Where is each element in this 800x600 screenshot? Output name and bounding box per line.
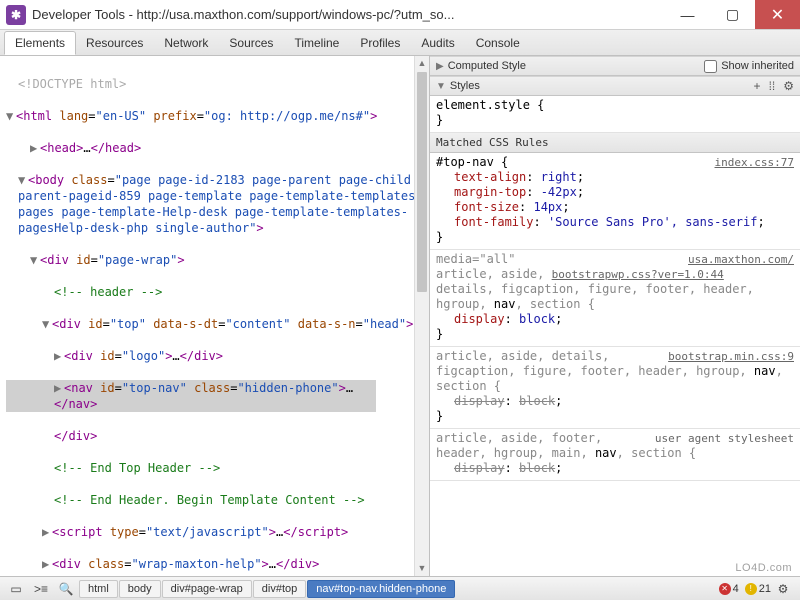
expand-icon[interactable]: ▶ [30,140,40,156]
css-rule[interactable]: bootstrap.min.css:9 article, aside, deta… [430,347,800,429]
titlebar: ✱ Developer Tools - http://usa.maxthon.c… [0,0,800,30]
computed-style-header[interactable]: ▶ Computed Style Show inherited [430,56,800,76]
selected-node[interactable]: ▶<nav id="top-nav" class="hidden-phone">… [6,380,376,412]
expand-icon[interactable]: ▶ [54,348,64,364]
comment-node[interactable]: <!-- End Top Header --> [6,460,427,476]
computed-style-label: Computed Style [448,60,526,72]
minimize-button[interactable]: — [665,0,710,29]
styles-label: Styles [450,80,480,92]
tab-profiles[interactable]: Profiles [350,30,411,55]
dom-tree-panel[interactable]: <!DOCTYPE html> ▼<html lang="en-US" pref… [0,56,430,576]
maximize-button[interactable]: ▢ [710,0,755,29]
scroll-thumb[interactable] [417,72,427,292]
toggle-state-icon[interactable]: ⁞⁞ [769,79,776,93]
doctype-node[interactable]: <!DOCTYPE html> [6,76,427,92]
dock-button[interactable]: ▭ [4,579,28,599]
styles-body[interactable]: element.style { } Matched CSS Rules inde… [430,96,800,576]
tab-elements[interactable]: Elements [4,31,76,55]
expand-icon[interactable]: ▼ [6,108,16,124]
expand-icon[interactable]: ▼ [30,252,40,268]
matched-rules-label: Matched CSS Rules [436,135,549,150]
window-controls: — ▢ ✕ [665,0,800,29]
comment-node[interactable]: <!-- End Header. Begin Template Content … [6,492,427,508]
tab-sources[interactable]: Sources [219,30,284,55]
styles-section-header[interactable]: ▼ Styles + ⁞⁞ ⚙ [430,76,800,96]
breadcrumb-item[interactable]: html [79,580,118,598]
tab-resources[interactable]: Resources [76,30,154,55]
scroll-down-icon[interactable]: ▼ [415,561,429,576]
show-inherited-checkbox[interactable] [704,60,717,73]
error-icon: ✕ [719,583,731,595]
matched-rules-header: Matched CSS Rules [430,133,800,153]
tab-audits[interactable]: Audits [411,30,465,55]
statusbar: ▭ >≡ 🔍 html body div#page-wrap div#top n… [0,576,800,600]
element-style-rule[interactable]: element.style { } [430,96,800,133]
selector-text[interactable]: element.style { [436,98,794,113]
expand-icon[interactable]: ▼ [18,172,28,188]
breadcrumb-item-active[interactable]: nav#top-nav.hidden-phone [307,580,455,598]
breadcrumb-item[interactable]: body [119,580,161,598]
chevron-down-icon[interactable]: ▼ [436,81,446,92]
main-area: <!DOCTYPE html> ▼<html lang="en-US" pref… [0,56,800,576]
warning-icon: ! [745,583,757,595]
chevron-right-icon[interactable]: ▶ [436,61,444,72]
expand-icon[interactable]: ▼ [42,316,52,332]
source-link[interactable]: bootstrap.min.css:9 [668,349,794,364]
source-link[interactable]: index.css:77 [715,155,794,170]
css-rule[interactable]: index.css:77 #top-nav { text-align: righ… [430,153,800,250]
breadcrumb-item[interactable]: div#page-wrap [162,580,252,598]
breadcrumb-item[interactable]: div#top [253,580,306,598]
main-toolbar: Elements Resources Network Sources Timel… [0,30,800,56]
new-rule-icon[interactable]: + [754,79,761,93]
tab-console[interactable]: Console [466,30,531,55]
source-link[interactable]: bootstrapwp.css?ver=1.0:44 [552,268,724,281]
expand-icon[interactable]: ▶ [42,556,52,572]
tab-timeline[interactable]: Timeline [284,30,350,55]
gear-icon[interactable]: ⚙ [783,79,794,93]
styles-panel: ▶ Computed Style Show inherited ▼ Styles… [430,56,800,576]
css-rule[interactable]: usa.maxthon.com/ media="all" article, as… [430,250,800,347]
watermark: LO4D.com [735,562,792,574]
close-button[interactable]: ✕ [755,0,800,29]
console-toggle-button[interactable]: >≡ [29,579,53,599]
css-rule[interactable]: user agent stylesheet article, aside, fo… [430,429,800,481]
dom-tree[interactable]: <!DOCTYPE html> ▼<html lang="en-US" pref… [0,56,429,576]
warning-count[interactable]: !21 [745,583,771,595]
source-link[interactable]: usa.maxthon.com/ [688,252,794,267]
inspect-icon[interactable]: 🔍 [54,579,78,599]
show-inherited-label: Show inherited [721,60,794,72]
settings-icon[interactable]: ⚙ [771,579,795,599]
app-icon: ✱ [6,5,26,25]
window-title: Developer Tools - http://usa.maxthon.com… [32,7,665,22]
expand-icon[interactable]: ▶ [42,524,52,540]
source-link[interactable]: user agent stylesheet [655,431,794,446]
tab-network[interactable]: Network [154,30,219,55]
comment-node[interactable]: <!-- header --> [6,284,427,300]
expand-icon[interactable]: ▶ [54,380,64,396]
vertical-scrollbar[interactable]: ▲ ▼ [414,56,429,576]
error-count[interactable]: ✕4 [719,583,739,595]
scroll-up-icon[interactable]: ▲ [415,56,429,71]
